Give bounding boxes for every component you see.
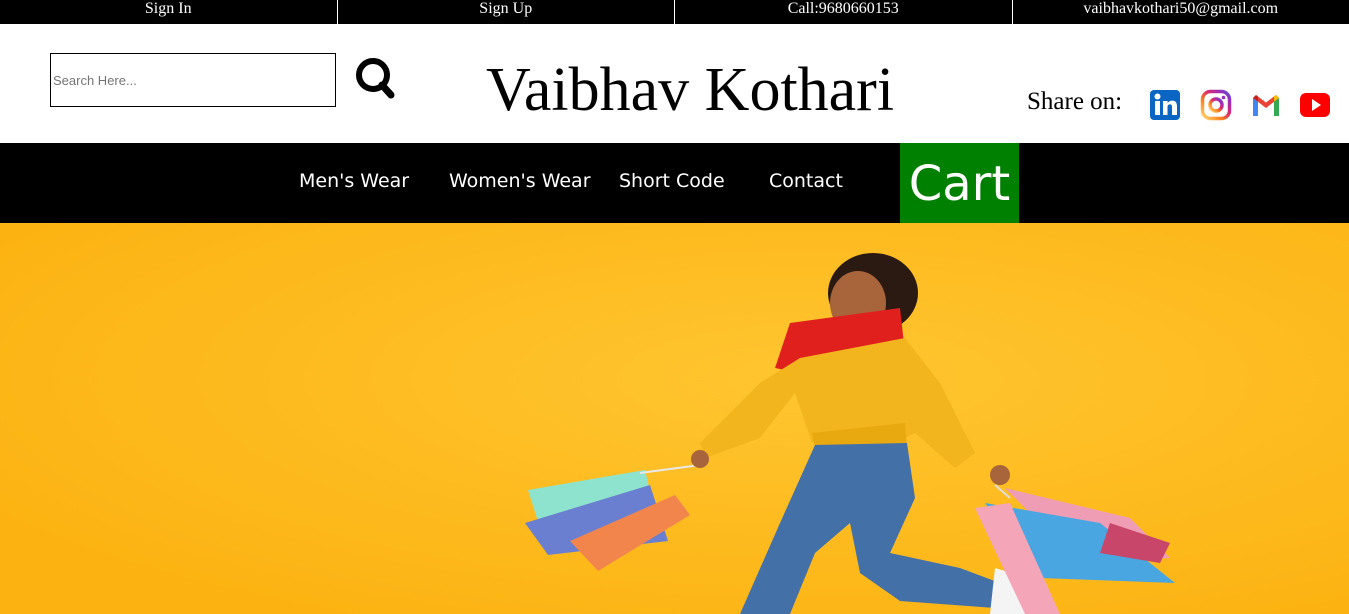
instagram-link[interactable]	[1200, 89, 1232, 121]
gmail-icon	[1253, 95, 1279, 116]
main-nav: Men's Wear Women's Wear Short Code Conta…	[0, 143, 1349, 226]
cart-button[interactable]: Cart	[900, 143, 1019, 226]
brand-title: Vaibhav Kothari	[486, 56, 895, 124]
nav-womens-wear[interactable]: Women's Wear	[449, 170, 591, 192]
sign-up-link[interactable]: Sign Up	[338, 0, 675, 24]
youtube-link[interactable]	[1299, 89, 1331, 121]
header: Vaibhav Kothari Share on:	[0, 24, 1349, 143]
phone-link[interactable]: Call:9680660153	[675, 0, 1013, 24]
nav-mens-wear[interactable]: Men's Wear	[299, 170, 409, 192]
nav-contact[interactable]: Contact	[769, 170, 843, 192]
instagram-icon	[1200, 89, 1232, 121]
search-button[interactable]	[352, 55, 398, 101]
top-bar: Sign In Sign Up Call:9680660153 vaibhavk…	[0, 0, 1349, 24]
email-link[interactable]: vaibhavkothari50@gmail.com	[1013, 0, 1349, 24]
share-label: Share on:	[1027, 88, 1123, 115]
sign-in-link[interactable]: Sign In	[0, 0, 338, 24]
search-icon	[356, 58, 395, 99]
linkedin-link[interactable]	[1149, 89, 1181, 121]
hero-banner	[0, 223, 1349, 614]
search-input[interactable]	[50, 53, 336, 107]
linkedin-icon	[1150, 90, 1180, 120]
gmail-link[interactable]	[1250, 89, 1282, 121]
hero-image	[0, 223, 1349, 614]
nav-short-code[interactable]: Short Code	[619, 170, 725, 192]
youtube-icon	[1300, 93, 1330, 117]
